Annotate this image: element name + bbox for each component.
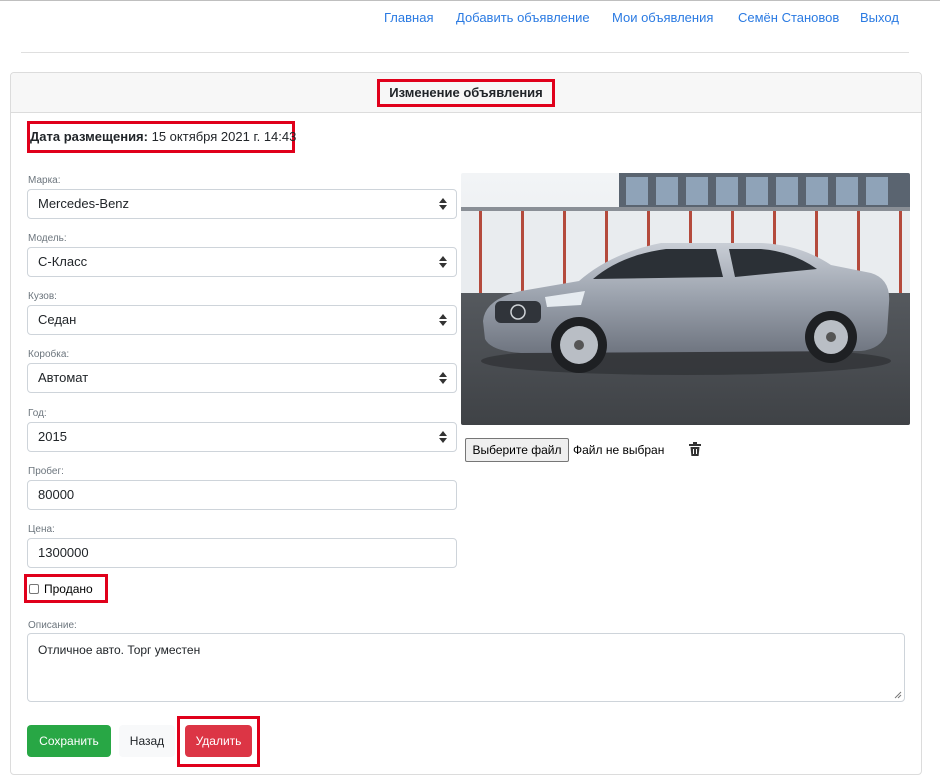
price-input[interactable]: 1300000	[27, 538, 457, 568]
posting-date-label: Дата размещения:	[30, 129, 148, 144]
back-button[interactable]: Назад	[119, 725, 175, 757]
description-value: Отличное авто. Торг уместен	[38, 643, 201, 657]
card-header: Изменение объявления	[11, 73, 921, 113]
description-textarea[interactable]: Отличное авто. Торг уместен	[27, 633, 905, 702]
brand-value: Mercedes-Benz	[38, 196, 130, 211]
car-photo	[461, 173, 910, 425]
gearbox-label: Коробка:	[28, 349, 70, 360]
edit-ad-card: Изменение объявления Дата размещения: 15…	[10, 72, 922, 775]
model-value: C-Класс	[38, 254, 88, 269]
nav-logout-link[interactable]: Выход	[860, 10, 899, 25]
sold-checkbox[interactable]	[29, 584, 39, 594]
mileage-value: 80000	[38, 487, 75, 502]
year-select[interactable]: 2015	[27, 422, 457, 452]
nav-user-link[interactable]: Семён Становов	[738, 10, 839, 25]
nav-home-link[interactable]: Главная	[384, 10, 433, 25]
brand-label: Марка:	[28, 175, 61, 186]
model-label: Модель:	[28, 233, 67, 244]
posting-date: Дата размещения: 15 октября 2021 г. 14:4…	[27, 121, 297, 153]
car-photo-illustration	[461, 173, 910, 425]
card-title: Изменение объявления	[377, 79, 555, 107]
nav-my-ads-link[interactable]: Мои объявления	[612, 10, 713, 25]
select-arrows-icon	[439, 313, 447, 327]
sold-checkbox-group: Продано	[24, 574, 108, 603]
file-status: Файл не выбран	[573, 443, 665, 457]
select-arrows-icon	[439, 430, 447, 444]
divider	[21, 52, 909, 53]
nav-add-ad-link[interactable]: Добавить объявление	[456, 10, 590, 25]
price-value: 1300000	[38, 545, 89, 560]
top-nav: Главная Добавить объявление Мои объявлен…	[0, 10, 940, 28]
delete-button[interactable]: Удалить	[185, 725, 252, 757]
save-button[interactable]: Сохранить	[27, 725, 111, 757]
body-select[interactable]: Седан	[27, 305, 457, 335]
description-label: Описание:	[28, 620, 77, 631]
gearbox-value: Автомат	[38, 370, 89, 385]
body-label: Кузов:	[28, 291, 57, 302]
resize-grip-icon[interactable]	[894, 691, 902, 699]
trash-icon[interactable]	[689, 442, 701, 456]
brand-select[interactable]: Mercedes-Benz	[27, 189, 457, 219]
sold-label[interactable]: Продано	[44, 582, 93, 596]
select-arrows-icon	[439, 255, 447, 269]
model-select[interactable]: C-Класс	[27, 247, 457, 277]
year-label: Год:	[28, 408, 47, 419]
posting-date-value: 15 октября 2021 г. 14:43	[151, 129, 297, 144]
top-border	[0, 0, 940, 1]
gearbox-select[interactable]: Автомат	[27, 363, 457, 393]
body-value: Седан	[38, 312, 77, 327]
delete-button-group: Удалить	[177, 716, 260, 767]
choose-file-button[interactable]: Выберите файл	[465, 438, 569, 462]
mileage-label: Пробег:	[28, 466, 64, 477]
price-label: Цена:	[28, 524, 55, 535]
select-arrows-icon	[439, 197, 447, 211]
year-value: 2015	[38, 429, 67, 444]
mileage-input[interactable]: 80000	[27, 480, 457, 510]
select-arrows-icon	[439, 371, 447, 385]
